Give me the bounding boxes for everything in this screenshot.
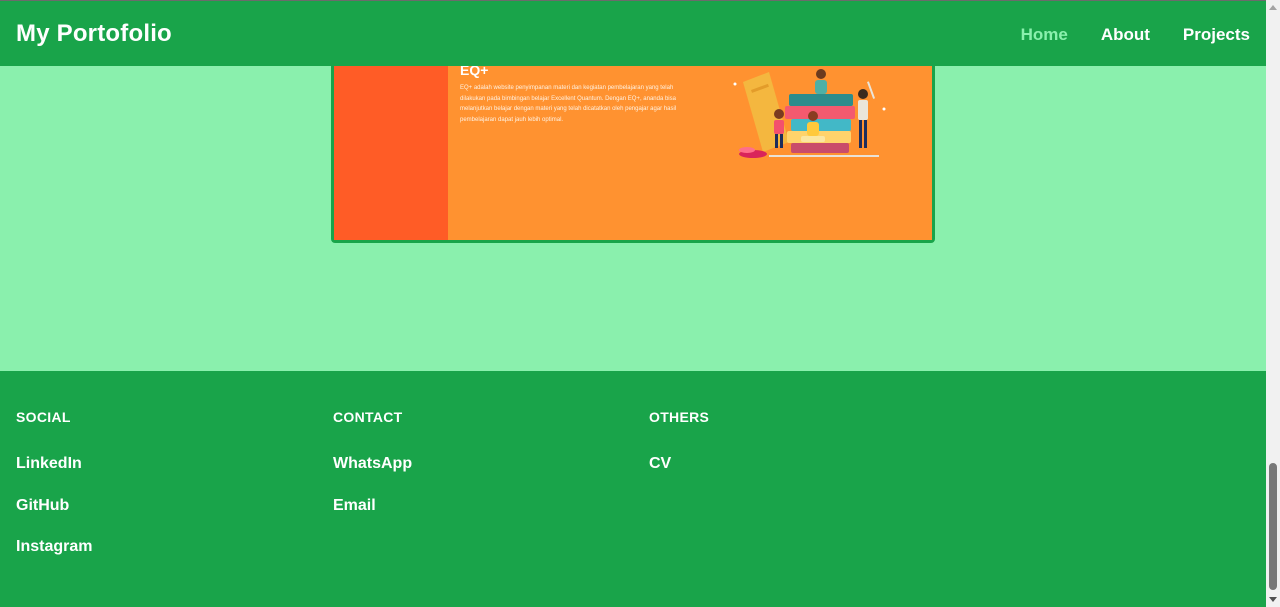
footer-social-heading: SOCIAL — [16, 409, 71, 425]
footer-link-cv[interactable]: CV — [649, 455, 709, 497]
scrollbar-thumb[interactable] — [1269, 463, 1277, 590]
footer-link-whatsapp[interactable]: WhatsApp — [333, 455, 412, 497]
brand-title[interactable]: My Portofolio — [16, 20, 172, 48]
nav-links: Home About Projects — [988, 25, 1250, 45]
navbar: My Portofolio Home About Projects — [0, 0, 1266, 66]
footer-others-heading: OTHERS — [649, 409, 710, 425]
footer-social-column: SOCIAL LinkedIn GitHub Instagram — [16, 409, 92, 580]
vertical-scrollbar[interactable] — [1266, 0, 1280, 607]
footer-link-github[interactable]: GitHub — [16, 497, 92, 539]
learning-illustration — [733, 69, 886, 158]
scroll-down-arrow-icon[interactable] — [1269, 597, 1277, 602]
footer-others-column: OTHERS CV — [649, 409, 709, 497]
footer-contact-heading: CONTACT — [333, 409, 403, 425]
nav-link-home[interactable]: Home — [1021, 25, 1068, 45]
screenshot-description: EQ+ adalah website penyimpanan materi da… — [460, 85, 677, 123]
nav-link-projects[interactable]: Projects — [1183, 25, 1250, 45]
project-card[interactable]: EQ+ EQ+ adalah website penyimpanan mater… — [331, 40, 935, 243]
page: My Portofolio Home About Projects EQ+ EQ… — [0, 0, 1266, 607]
project-screenshot: EQ+ EQ+ adalah website penyimpanan mater… — [334, 40, 932, 240]
footer-link-linkedin[interactable]: LinkedIn — [16, 455, 92, 497]
scroll-up-arrow-icon[interactable] — [1269, 5, 1277, 10]
footer: SOCIAL LinkedIn GitHub Instagram CONTACT… — [0, 371, 1266, 607]
footer-contact-column: CONTACT WhatsApp Email — [333, 409, 412, 538]
footer-link-email[interactable]: Email — [333, 497, 412, 539]
footer-link-instagram[interactable]: Instagram — [16, 538, 92, 580]
nav-link-about[interactable]: About — [1101, 25, 1150, 45]
screenshot-sidebar — [334, 40, 448, 240]
